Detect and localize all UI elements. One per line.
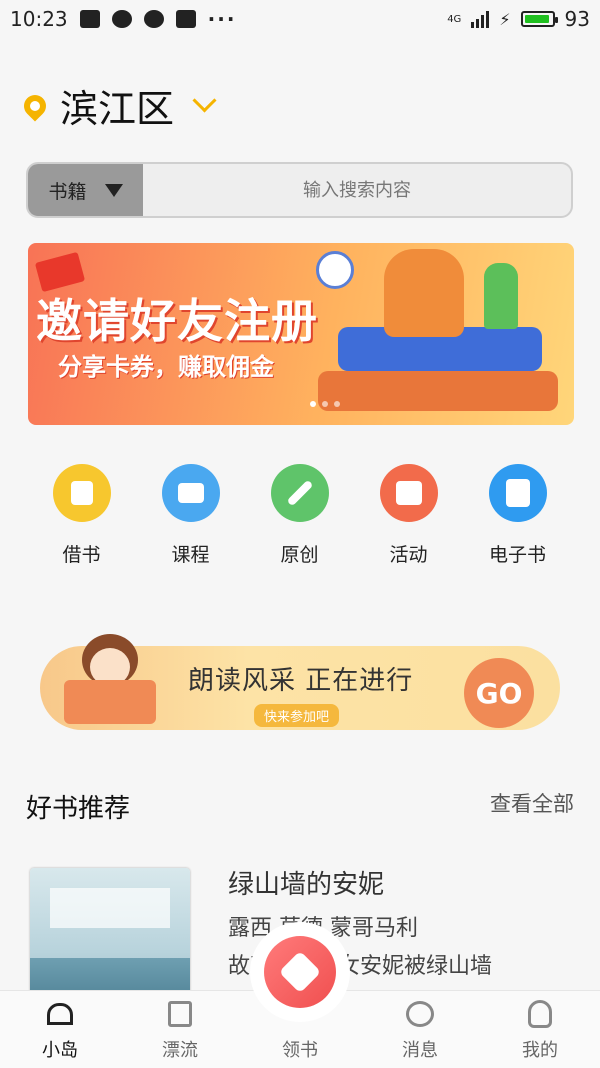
- menu-item-label: 电子书: [488, 544, 546, 566]
- message-icon: [404, 998, 436, 1030]
- promo-banner[interactable]: 邀请好友注册 分享卡券，赚取佣金: [28, 243, 574, 425]
- book-cover-image: [30, 868, 190, 1008]
- tab-me[interactable]: 我的: [480, 991, 600, 1068]
- menu-item-borrow[interactable]: 借书: [27, 464, 136, 567]
- dropdown-arrow-icon: [104, 183, 123, 197]
- book-icon: [164, 998, 196, 1030]
- tab-messages[interactable]: 消息: [360, 991, 480, 1068]
- user-icon: [524, 998, 556, 1030]
- tab-drift[interactable]: 漂流: [120, 991, 240, 1068]
- banner-subtitle: 分享卡券，赚取佣金: [58, 353, 274, 381]
- section-title: 好书推荐: [26, 794, 131, 824]
- status-time: 10:23: [10, 7, 68, 31]
- reading-event-banner[interactable]: 朗读风采 正在进行 快来参加吧 GO: [40, 634, 560, 730]
- city-name: 滨江区: [60, 87, 175, 131]
- tab-label: 消息: [402, 1040, 438, 1061]
- quick-menu: 借书 课程 原创 活动 电子书: [0, 464, 600, 567]
- menu-item-activity[interactable]: 活动: [354, 464, 463, 567]
- event-subtitle: 快来参加吧: [254, 704, 340, 727]
- search-bar: 书籍: [26, 162, 573, 218]
- pagination-dot: [310, 401, 316, 407]
- battery-icon: [520, 11, 558, 27]
- charging-icon: ⚡: [499, 9, 511, 29]
- menu-item-label: 活动: [389, 544, 428, 566]
- tab-label: 领书: [282, 1040, 318, 1061]
- chevron-down-icon: [192, 88, 217, 113]
- upload-notification-icon: [175, 10, 196, 28]
- heart-icon: [264, 936, 336, 1008]
- reading-girl-illustration: [60, 634, 160, 730]
- pagination-dot: [334, 401, 340, 407]
- location-pin-icon: [19, 89, 51, 122]
- book-title: 绿山墙的安妮: [228, 870, 385, 900]
- book-stack-illustration-bottom: [318, 371, 558, 411]
- plant-decoration: [484, 263, 518, 329]
- ebook-icon: [488, 464, 547, 522]
- tab-label: 我的: [522, 1040, 558, 1061]
- battery-level: 93: [564, 7, 590, 31]
- menu-item-course[interactable]: 课程: [136, 464, 245, 567]
- search-category-dropdown[interactable]: 书籍: [28, 164, 143, 216]
- search-input[interactable]: [143, 164, 571, 216]
- video-icon: [161, 464, 220, 522]
- more-notifications-icon: ···: [207, 7, 237, 31]
- reader-illustration: [384, 249, 464, 337]
- menu-item-label: 原创: [280, 544, 319, 566]
- tab-label: 漂流: [162, 1040, 198, 1061]
- menu-item-original[interactable]: 原创: [245, 464, 354, 567]
- view-all-link[interactable]: 查看全部: [490, 788, 574, 818]
- clock-decoration: [316, 251, 354, 289]
- banner-title: 邀请好友注册: [36, 294, 318, 348]
- status-bar: 10:23 ··· 4G ⚡ 93: [0, 0, 600, 38]
- chat-notification-icon: [111, 10, 132, 28]
- compass-icon: [270, 464, 329, 522]
- video-notification-icon: [79, 10, 100, 28]
- search-category-label: 书籍: [48, 180, 87, 203]
- bookmark-icon: [52, 464, 111, 522]
- calendar-icon: [379, 464, 438, 522]
- banner-pagination[interactable]: [310, 401, 340, 407]
- get-book-button[interactable]: [250, 922, 350, 1022]
- tab-label: 小岛: [42, 1040, 78, 1061]
- menu-item-ebook[interactable]: 电子书: [463, 464, 572, 567]
- menu-item-label: 课程: [171, 544, 210, 566]
- signal-icon: [471, 10, 490, 28]
- tab-island[interactable]: 小岛: [0, 991, 120, 1068]
- location-selector[interactable]: 滨江区: [19, 78, 217, 133]
- go-button[interactable]: GO: [464, 658, 534, 728]
- menu-item-label: 借书: [62, 544, 101, 566]
- heart-notification-icon: [143, 10, 164, 28]
- pagination-dot: [322, 401, 328, 407]
- event-title: 朗读风采 正在进行: [188, 666, 414, 696]
- network-type: 4G: [447, 13, 462, 25]
- home-icon: [44, 998, 76, 1030]
